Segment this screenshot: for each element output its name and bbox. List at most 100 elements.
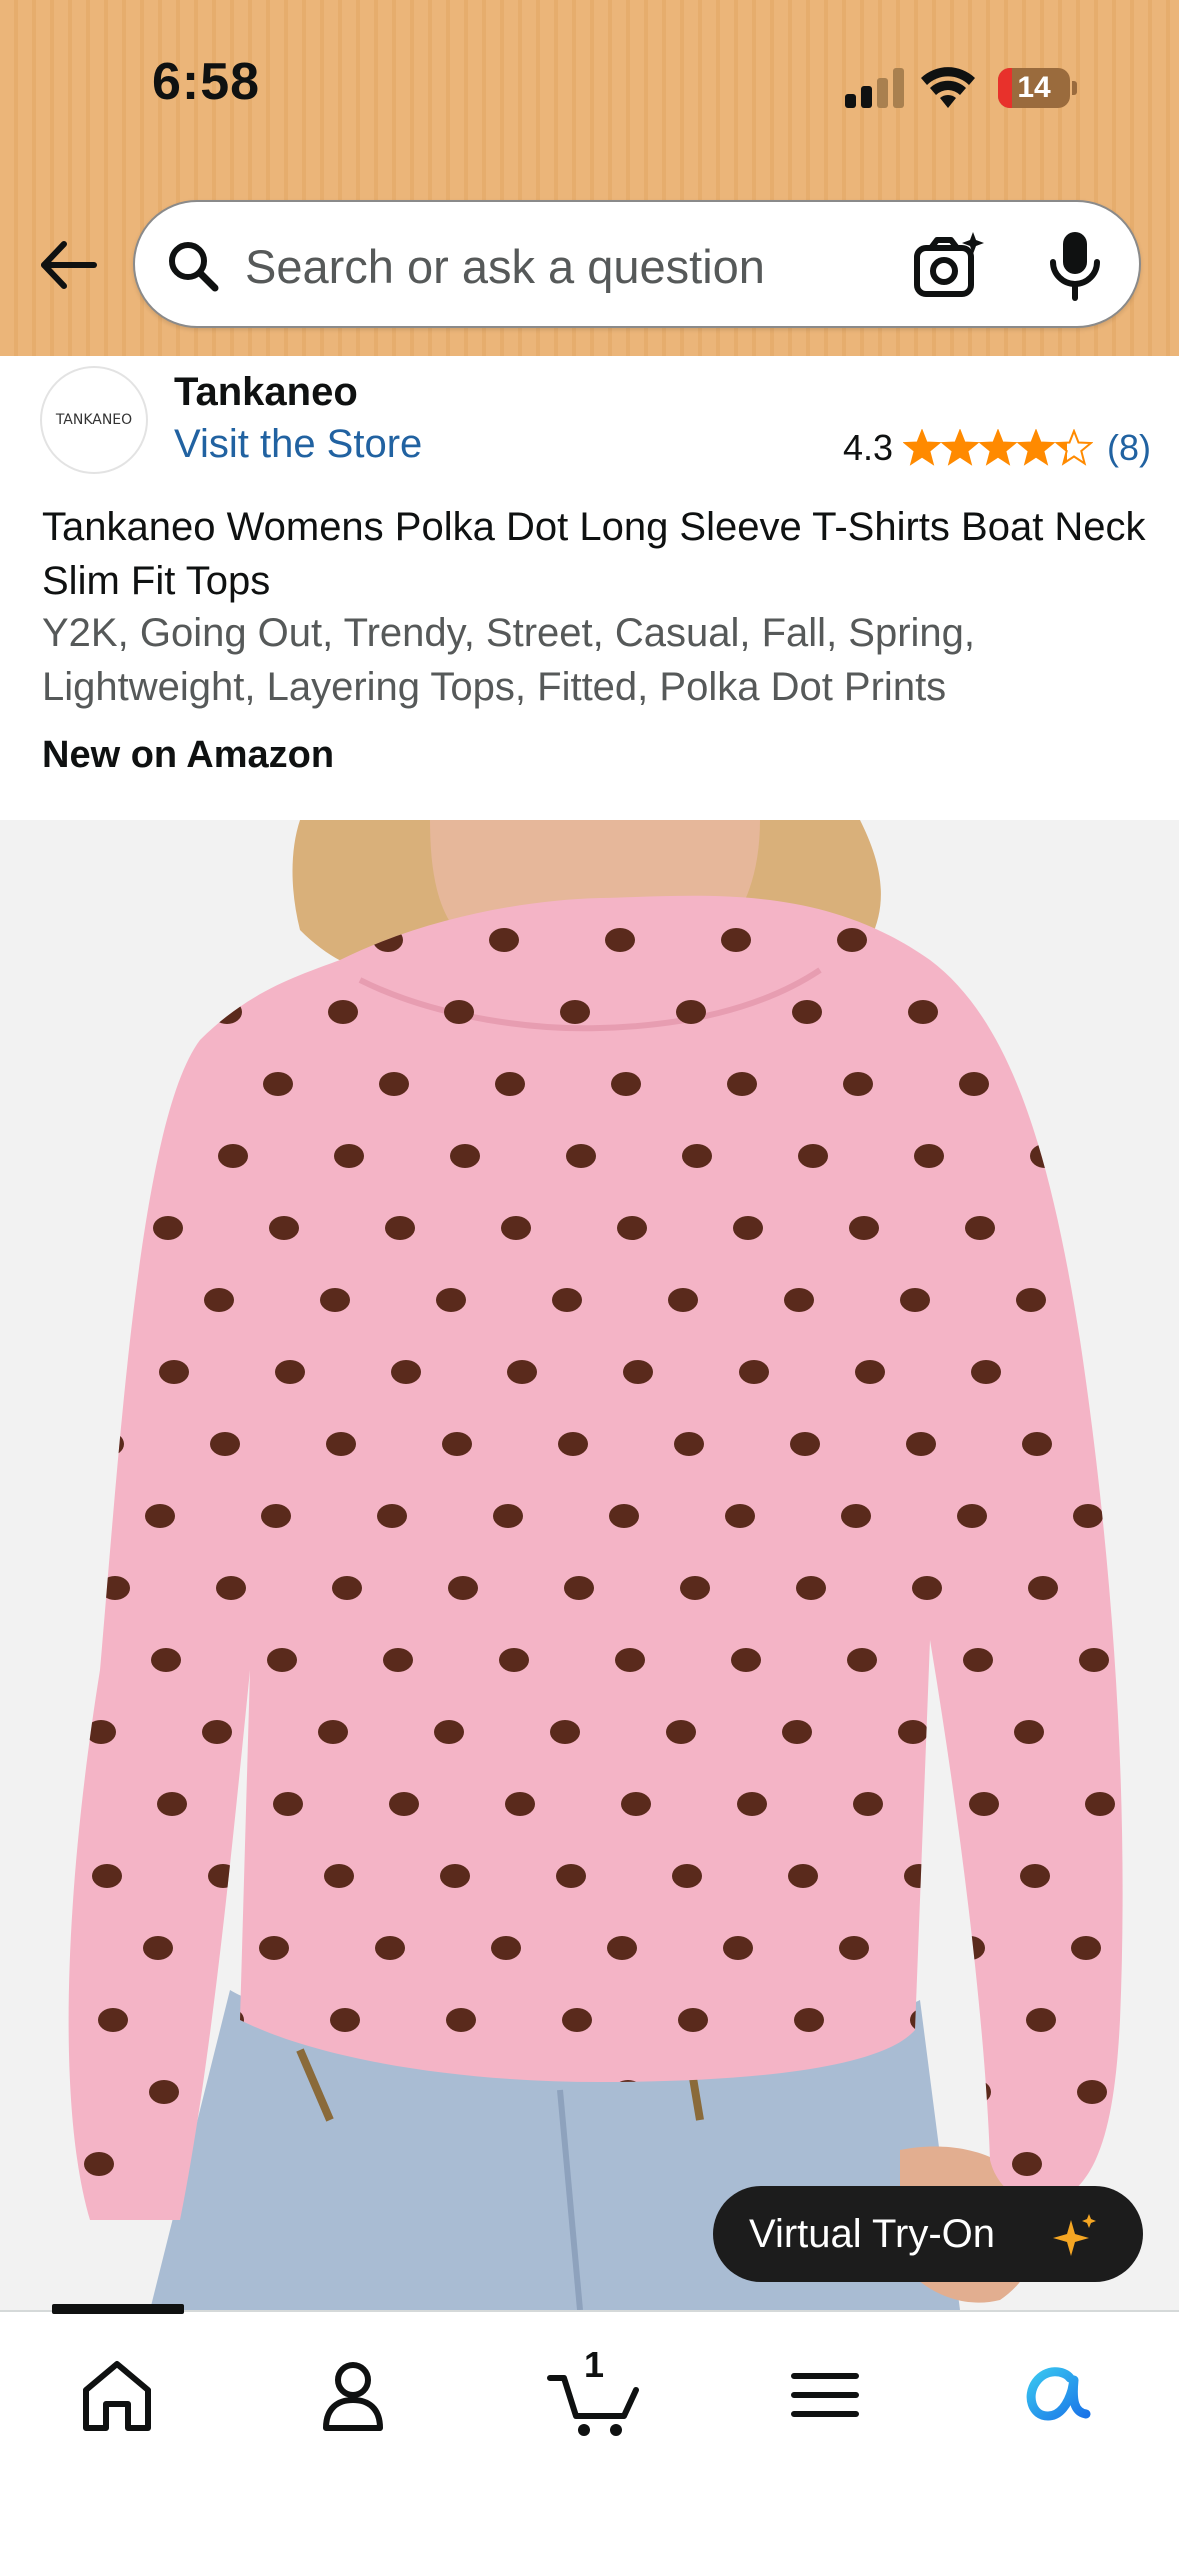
polka-dot	[96, 1000, 126, 1024]
status-time: 6:58	[152, 53, 261, 111]
polka-dot	[86, 1720, 116, 1744]
camera-search-icon[interactable]	[911, 228, 987, 304]
back-arrow-icon[interactable]	[34, 232, 100, 298]
polka-dot	[623, 1360, 653, 1384]
home-icon[interactable]	[72, 2350, 162, 2440]
menu-icon[interactable]	[780, 2350, 870, 2440]
polka-dot	[900, 1288, 930, 1312]
polka-dot	[153, 1216, 183, 1240]
product-image[interactable]	[0, 820, 1179, 2310]
polka-dot	[798, 1144, 828, 1168]
polka-dot	[906, 1432, 936, 1456]
polka-dot	[493, 1504, 523, 1528]
polka-dot	[680, 1576, 710, 1600]
polka-dot	[35, 1648, 65, 1672]
polka-dot	[145, 1504, 175, 1528]
polka-dot	[1085, 1792, 1115, 1816]
polka-dot	[963, 1648, 993, 1672]
polka-dot	[143, 1936, 173, 1960]
polka-dot	[391, 1360, 421, 1384]
polka-dot	[151, 1648, 181, 1672]
active-tab-indicator	[52, 2304, 184, 2314]
polka-dot	[721, 928, 751, 952]
polka-dot	[611, 1072, 641, 1096]
polka-dot	[796, 1576, 826, 1600]
polka-dot	[560, 1000, 590, 1024]
polka-dot	[1073, 1504, 1103, 1528]
polka-dot	[27, 1936, 57, 1960]
polka-dot	[668, 1288, 698, 1312]
polka-dot	[1130, 1720, 1160, 1744]
polka-dot	[837, 928, 867, 952]
product-photo	[27, 820, 1176, 2310]
polka-dot	[682, 1144, 712, 1168]
account-icon[interactable]	[308, 2350, 398, 2440]
rating-summary[interactable]: 4.3 (8)	[843, 426, 1151, 470]
rating-count[interactable]: (8)	[1107, 427, 1151, 469]
polka-dot	[971, 1360, 1001, 1384]
polka-dot	[676, 1000, 706, 1024]
star-partial-icon	[1055, 429, 1094, 466]
polka-dot	[1016, 1288, 1046, 1312]
polka-dot	[550, 1720, 580, 1744]
polka-dot	[792, 1000, 822, 1024]
polka-dot	[1140, 1000, 1170, 1024]
polka-dot	[1077, 2080, 1107, 2104]
star-full-icon	[903, 429, 942, 466]
polka-dot	[202, 1720, 232, 1744]
polka-dot	[436, 1288, 466, 1312]
battery-icon: 14	[998, 68, 1077, 108]
cart-button[interactable]: 1	[544, 2344, 644, 2440]
polka-dot	[855, 1360, 885, 1384]
polka-dot	[499, 1648, 529, 1672]
polka-dot	[566, 1144, 596, 1168]
polka-dot	[1144, 1576, 1174, 1600]
polka-dot	[1020, 1864, 1050, 1888]
polka-dot	[609, 1504, 639, 1528]
polka-dot	[141, 928, 171, 952]
polka-dot	[953, 928, 983, 952]
polka-dot	[448, 1576, 478, 1600]
polka-dot	[784, 1288, 814, 1312]
signal-icon	[845, 66, 905, 108]
polka-dot	[904, 1864, 934, 1888]
polka-dot	[794, 2008, 824, 2032]
polka-dot	[320, 1288, 350, 1312]
search-icon	[169, 242, 219, 292]
polka-dot	[672, 1864, 702, 1888]
polka-dot	[326, 1432, 356, 1456]
polka-dot	[733, 1216, 763, 1240]
polka-dot	[444, 1000, 474, 1024]
rufus-icon[interactable]	[1012, 2350, 1102, 2440]
polka-dot	[552, 1288, 582, 1312]
visit-store-link[interactable]: Visit the Store	[174, 422, 422, 467]
polka-dot	[790, 1432, 820, 1456]
polka-dot	[1146, 1144, 1176, 1168]
polka-dot	[33, 2080, 63, 2104]
search-input[interactable]	[245, 226, 905, 306]
virtual-try-on-button[interactable]: Virtual Try-On	[713, 2186, 1143, 2282]
search-bar[interactable]	[133, 200, 1141, 328]
polka-dot	[615, 1648, 645, 1672]
microphone-icon[interactable]	[1043, 228, 1107, 304]
polka-dot	[450, 1144, 480, 1168]
polka-dot	[1030, 1144, 1060, 1168]
polka-dot	[157, 1792, 187, 1816]
polka-dot	[216, 1576, 246, 1600]
brand-logo[interactable]: TANKANEO	[40, 366, 148, 474]
brand-logo-text: TANKANEO	[55, 412, 133, 428]
polka-dot	[210, 1432, 240, 1456]
polka-dot	[562, 2008, 592, 2032]
product-tags: Y2K, Going Out, Trendy, Street, Casual, …	[42, 611, 976, 709]
polka-dot	[556, 1864, 586, 1888]
polka-dot	[725, 1504, 755, 1528]
polka-dot	[788, 1864, 818, 1888]
brand-name: Tankaneo	[174, 370, 358, 414]
polka-dot	[495, 1072, 525, 1096]
polka-dot	[212, 1000, 242, 1024]
polka-dot	[617, 1216, 647, 1240]
polka-dot	[218, 1144, 248, 1168]
polka-dot	[68, 1360, 73, 1384]
polka-dot	[330, 2008, 360, 2032]
polka-dot	[621, 1792, 651, 1816]
